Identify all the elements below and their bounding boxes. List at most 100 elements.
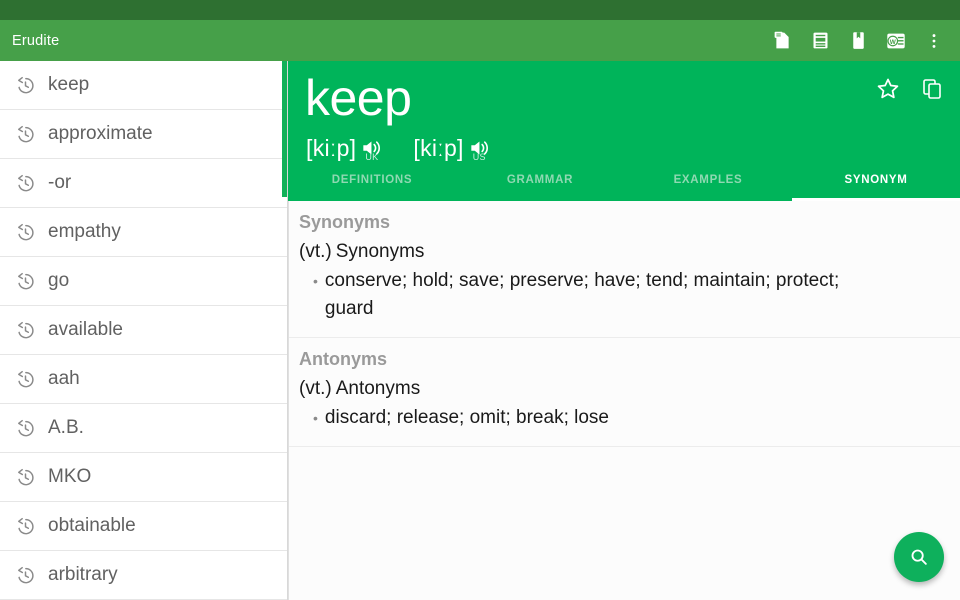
pronunciation-uk[interactable]: [kiːp] UK	[306, 135, 385, 161]
history-icon	[15, 271, 36, 292]
part-of-speech-line: (vt.)Antonyms	[299, 376, 960, 404]
tab-definitions[interactable]: DEFINITIONS	[288, 173, 456, 201]
svg-text:W: W	[890, 38, 897, 45]
history-item-label: keep	[48, 74, 89, 96]
history-item-label: arbitrary	[48, 564, 118, 586]
history-icon	[14, 515, 36, 537]
history-icon	[14, 123, 36, 145]
history-icon	[15, 467, 36, 488]
ipa-text: [kiːp]	[306, 135, 356, 161]
search-fab[interactable]	[894, 532, 944, 582]
history-item-label: approximate	[48, 123, 153, 145]
history-icon	[14, 221, 36, 243]
entry-row: • discard; release; omit; break; lose	[299, 404, 960, 432]
history-icon	[14, 319, 36, 341]
search-icon	[908, 546, 930, 568]
history-icon	[14, 564, 36, 586]
tab-examples[interactable]: EXAMPLES	[624, 173, 792, 201]
overflow-menu-icon[interactable]	[916, 23, 952, 59]
app-title: Erudite	[12, 33, 764, 49]
tab-bar: DEFINITIONS GRAMMAR EXAMPLES SYNONYM	[288, 173, 960, 201]
app-bar-actions: W	[764, 23, 952, 59]
ipa-text: [kiːp]	[413, 135, 463, 161]
history-item-label: MKO	[48, 466, 91, 488]
tab-synonym[interactable]: SYNONYM	[792, 173, 960, 201]
entry-row: • conserve; hold; save; preserve; have; …	[299, 267, 960, 323]
history-item-label: empathy	[48, 221, 121, 243]
section-body: (vt.)Synonyms • conserve; hold; save; pr…	[289, 239, 960, 338]
entry-text: conserve; hold; save; preserve; have; te…	[325, 267, 890, 323]
history-item[interactable]: keep	[0, 61, 287, 110]
history-icon	[14, 417, 36, 439]
history-icon	[14, 466, 36, 488]
erudite-dictionary-app: Erudite	[0, 0, 960, 600]
history-item-label: obtainable	[48, 515, 136, 537]
history-list: keep approximate -or empathy go availabl…	[0, 61, 287, 600]
entry-text: discard; release; omit; break; lose	[325, 404, 609, 432]
history-item-label: available	[48, 319, 123, 341]
tab-label: DEFINITIONS	[332, 174, 413, 186]
history-icon	[15, 565, 36, 586]
history-item[interactable]: go	[0, 257, 287, 306]
part-of-speech-label: Antonyms	[336, 378, 420, 399]
bookmark-book-icon[interactable]	[840, 23, 876, 59]
word-header-actions	[870, 71, 950, 107]
history-item[interactable]: available	[0, 306, 287, 355]
history-item[interactable]: obtainable	[0, 502, 287, 551]
history-icon	[15, 516, 36, 537]
tab-grammar[interactable]: GRAMMAR	[456, 173, 624, 201]
history-icon	[15, 418, 36, 439]
tab-label: GRAMMAR	[507, 174, 573, 186]
history-item[interactable]: approximate	[0, 110, 287, 159]
history-icon	[14, 172, 36, 194]
history-item[interactable]: empathy	[0, 208, 287, 257]
part-of-speech-label: Synonyms	[336, 241, 425, 262]
copy-icon[interactable]	[914, 71, 950, 107]
part-of-speech-tag: (vt.)	[299, 241, 332, 262]
speaker-icon[interactable]: UK	[359, 135, 385, 161]
history-item[interactable]: aah	[0, 355, 287, 404]
history-icon	[14, 270, 36, 292]
history-item-label: go	[48, 270, 69, 292]
history-icon	[14, 74, 36, 96]
sidebar-scrollbar-thumb[interactable]	[282, 61, 287, 197]
bullet-icon: •	[313, 404, 318, 432]
article-list-icon[interactable]	[802, 23, 838, 59]
history-item-label: -or	[48, 172, 71, 194]
history-item-label: aah	[48, 368, 80, 390]
history-item[interactable]: arbitrary	[0, 551, 287, 600]
speaker-icon[interactable]: US	[467, 135, 493, 161]
bullet-icon: •	[313, 267, 318, 323]
part-of-speech-line: (vt.)Synonyms	[299, 239, 960, 267]
word-header: keep [kiːp] UK [kiːp] US DEFINI	[288, 61, 960, 201]
pronunciation-group: [kiːp] UK [kiːp] US	[306, 135, 493, 161]
section-heading: Antonyms	[289, 338, 960, 376]
synonym-content-panel: Synonyms (vt.)Synonyms • conserve; hold;…	[288, 201, 960, 600]
word-of-the-day-calendar-icon[interactable]: W	[878, 23, 914, 59]
star-outline-icon[interactable]	[870, 71, 906, 107]
history-icon	[15, 369, 36, 390]
history-item[interactable]: -or	[0, 159, 287, 208]
history-item[interactable]: MKO	[0, 453, 287, 502]
history-icon	[15, 222, 36, 243]
history-item-label: A.B.	[48, 417, 84, 439]
section-body: (vt.)Antonyms • discard; release; omit; …	[289, 376, 960, 447]
app-bar: Erudite	[0, 20, 960, 61]
history-icon	[15, 173, 36, 194]
section-heading: Synonyms	[289, 201, 960, 239]
history-icon	[15, 124, 36, 145]
sections-container: Synonyms (vt.)Synonyms • conserve; hold;…	[289, 201, 960, 447]
history-icon	[15, 75, 36, 96]
tab-label: SYNONYM	[844, 174, 907, 186]
sidebar-scrollbar[interactable]	[282, 61, 287, 600]
status-bar	[0, 0, 960, 20]
history-icon	[15, 320, 36, 341]
headword: keep	[305, 66, 411, 130]
pronunciation-region-label: UK	[365, 152, 378, 162]
pronunciation-region-label: US	[473, 152, 486, 162]
history-sidebar[interactable]: keep approximate -or empathy go availabl…	[0, 61, 288, 600]
pronunciation-us[interactable]: [kiːp] US	[413, 135, 492, 161]
note-document-icon[interactable]	[764, 23, 800, 59]
history-item[interactable]: A.B.	[0, 404, 287, 453]
tab-label: EXAMPLES	[674, 174, 743, 186]
